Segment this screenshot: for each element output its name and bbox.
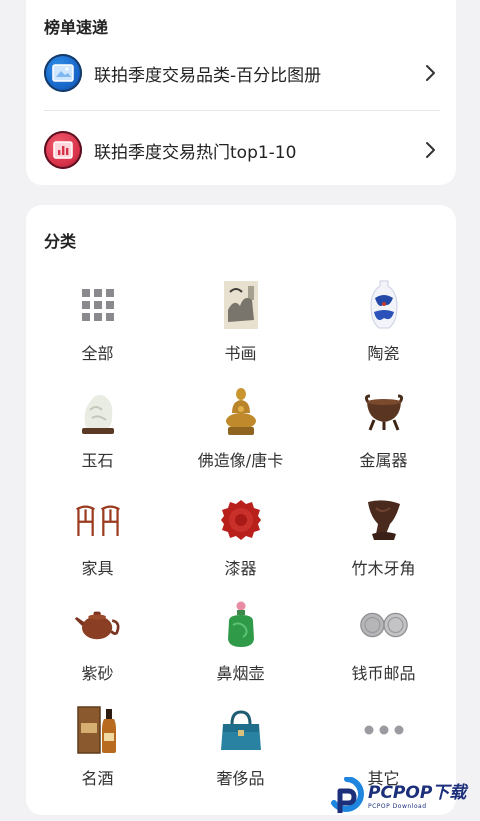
liquor-bottle-icon bbox=[74, 705, 122, 755]
ranking-item-label: 联拍季度交易热门top1-10 bbox=[94, 142, 297, 163]
teapot-icon bbox=[74, 600, 122, 650]
category-porcelain[interactable]: 陶瓷 bbox=[312, 280, 455, 376]
coins-icon bbox=[359, 600, 408, 650]
watermark-sub: PCPOP Download bbox=[368, 802, 427, 810]
categories-card: 分类 全部 书画 陶瓷 玉石 佛造像/唐卡 金属器 家具 漆器 竹木牙角 紫砂 … bbox=[26, 205, 456, 815]
watermark-brand: PCPOP下载 bbox=[368, 782, 467, 803]
watermark: PCPOP下载 PCPOP Download bbox=[330, 775, 480, 819]
category-label: 名酒 bbox=[81, 769, 114, 788]
category-label: 钱币邮品 bbox=[351, 664, 416, 683]
jade-carving-icon bbox=[74, 387, 122, 437]
chevron-right-icon bbox=[426, 142, 435, 158]
category-buddha[interactable]: 佛造像/唐卡 bbox=[169, 387, 312, 483]
category-label: 玉石 bbox=[81, 451, 114, 470]
chairs-icon bbox=[74, 495, 122, 545]
category-label: 佛造像/唐卡 bbox=[197, 451, 284, 470]
category-jade[interactable]: 玉石 bbox=[26, 387, 169, 483]
image-album-icon bbox=[44, 54, 82, 92]
more-dots-icon bbox=[360, 705, 408, 755]
category-label: 陶瓷 bbox=[367, 344, 400, 363]
category-label: 紫砂 bbox=[81, 664, 114, 683]
category-furniture[interactable]: 家具 bbox=[26, 495, 169, 591]
grid-icon bbox=[74, 280, 122, 330]
category-zisha[interactable]: 紫砂 bbox=[26, 600, 169, 696]
carved-cup-icon bbox=[360, 495, 408, 545]
rankings-card: 榜单速递 联拍季度交易品类-百分比图册 联拍季度交易热门top1-10 bbox=[26, 0, 456, 185]
chevron-right-icon bbox=[426, 65, 435, 81]
category-label: 鼻烟壶 bbox=[216, 664, 265, 683]
category-label: 金属器 bbox=[359, 451, 408, 470]
bar-chart-icon bbox=[44, 131, 82, 169]
rankings-title: 榜单速递 bbox=[44, 18, 109, 37]
category-fine-liquor[interactable]: 名酒 bbox=[26, 705, 169, 801]
category-label: 书画 bbox=[224, 344, 257, 363]
ranking-item-top10[interactable]: 联拍季度交易热门top1-10 bbox=[44, 126, 440, 174]
bronze-censer-icon bbox=[360, 387, 408, 437]
category-metalware[interactable]: 金属器 bbox=[312, 387, 455, 483]
category-luxury[interactable]: 奢侈品 bbox=[169, 705, 312, 801]
category-bamboo-wood-ivory-horn[interactable]: 竹木牙角 bbox=[312, 495, 455, 591]
category-label: 竹木牙角 bbox=[351, 559, 416, 578]
category-label: 奢侈品 bbox=[216, 769, 265, 788]
category-label: 家具 bbox=[81, 559, 114, 578]
divider bbox=[44, 110, 440, 111]
painting-icon bbox=[217, 280, 265, 330]
category-label: 漆器 bbox=[224, 559, 257, 578]
porcelain-vase-icon bbox=[360, 280, 408, 330]
category-snuff-bottle[interactable]: 鼻烟壶 bbox=[169, 600, 312, 696]
handbag-icon bbox=[217, 705, 265, 755]
lacquer-plate-icon bbox=[217, 495, 265, 545]
pcpop-logo-icon bbox=[331, 777, 364, 813]
snuff-bottle-icon bbox=[217, 600, 265, 650]
category-painting[interactable]: 书画 bbox=[169, 280, 312, 376]
buddha-statue-icon bbox=[217, 387, 265, 437]
ranking-item-label: 联拍季度交易品类-百分比图册 bbox=[94, 65, 322, 86]
category-lacquer[interactable]: 漆器 bbox=[169, 495, 312, 591]
category-label: 全部 bbox=[81, 344, 114, 363]
category-coins-stamps[interactable]: 钱币邮品 bbox=[312, 600, 455, 696]
category-all[interactable]: 全部 bbox=[26, 280, 169, 376]
categories-title: 分类 bbox=[44, 232, 77, 251]
ranking-item-category-album[interactable]: 联拍季度交易品类-百分比图册 bbox=[44, 49, 440, 97]
